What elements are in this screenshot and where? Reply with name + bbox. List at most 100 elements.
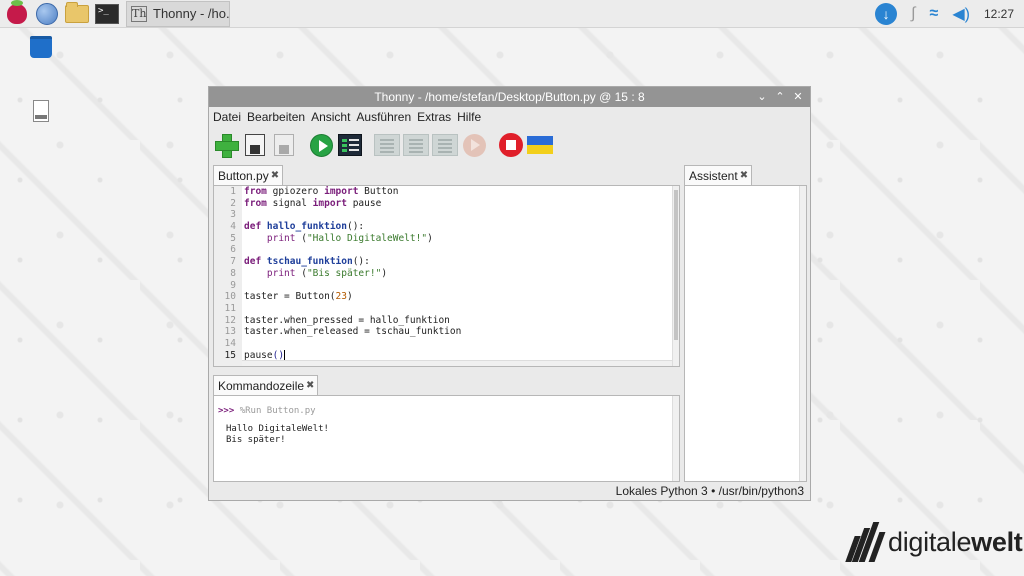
code-line[interactable]: 4 def hallo_funktion(): <box>214 221 679 233</box>
clock[interactable]: 12:27 <box>984 7 1014 21</box>
run-button[interactable] <box>308 132 334 158</box>
close-tab-icon[interactable]: ✖ <box>306 380 314 391</box>
line-number: 14 <box>224 337 236 349</box>
line-number: 9 <box>230 279 236 291</box>
wifi-icon[interactable]: ≈ <box>930 5 939 23</box>
update-icon[interactable]: ↓ <box>875 3 898 25</box>
line-number: 8 <box>230 267 236 279</box>
tab-kommandozeile[interactable]: Kommandozeile ✖ <box>213 375 319 395</box>
code-text: from gpiozero import Button <box>244 186 399 197</box>
code-text: print ("Hallo DigitaleWelt!") <box>266 232 433 244</box>
line-number: 15 <box>224 349 236 361</box>
file-manager-icon[interactable] <box>64 1 90 26</box>
digitalewelt-logo: digitalewelt <box>845 522 1023 562</box>
stop-button[interactable] <box>498 132 524 158</box>
code-text: taster = Button(23) <box>244 291 353 303</box>
save-file-button[interactable] <box>271 132 297 158</box>
open-file-button[interactable] <box>242 132 268 158</box>
shell-output-line: Hallo DigitaleWelt! <box>226 424 329 434</box>
resume-icon <box>462 133 486 157</box>
code-editor[interactable]: 1 from gpiozero import Button 2 from signal… <box>213 185 680 367</box>
code-line[interactable]: 13 taster.when_released = tschau_funktion <box>214 326 679 338</box>
volume-icon[interactable]: ◀) <box>952 4 970 24</box>
line-number: 13 <box>224 326 236 338</box>
step-out-icon <box>432 134 458 156</box>
close-tab-icon[interactable]: ✖ <box>740 170 748 181</box>
editor-vertical-scrollbar[interactable] <box>672 186 679 366</box>
line-number: 3 <box>230 209 236 221</box>
taskbar-thonny-button[interactable]: Th Thonny - /ho... <box>126 0 230 27</box>
stop-icon <box>499 133 523 157</box>
code-line[interactable]: 10 taster = Button(23) <box>214 291 679 303</box>
menu-ausfuehren[interactable]: Ausführen <box>356 110 411 124</box>
window-titlebar[interactable]: Thonny - /home/stefan/Desktop/Button.py … <box>209 87 810 107</box>
tab-button-py[interactable]: Button.py ✖ <box>213 165 284 185</box>
thonny-window: Thonny - /home/stefan/Desktop/Button.py … <box>208 86 811 501</box>
window-title: Thonny - /home/stefan/Desktop/Button.py … <box>374 90 645 104</box>
code-text: def tschau_funktion(): <box>244 256 370 268</box>
tab-assistent[interactable]: Assistent ✖ <box>684 165 753 185</box>
floppy-open-icon <box>245 134 265 156</box>
editor-tab-label: Button.py <box>218 168 269 183</box>
ukraine-flag-icon <box>527 136 553 154</box>
line-number: 4 <box>230 221 236 233</box>
code-line[interactable]: 9 <box>214 280 679 292</box>
line-number: 11 <box>224 302 236 314</box>
bluetooth-icon[interactable]: ∫ <box>911 5 915 23</box>
code-text: pause() <box>244 349 286 361</box>
code-line[interactable]: 3 <box>214 209 679 221</box>
code-line[interactable]: 1 from gpiozero import Button <box>214 186 679 198</box>
line-number: 6 <box>230 244 236 256</box>
menu-datei[interactable]: Datei <box>213 110 241 124</box>
drive-icon[interactable] <box>33 100 49 122</box>
code-line[interactable]: 2 from signal import pause <box>214 198 679 210</box>
line-number: 10 <box>224 291 236 303</box>
code-text: print ("Bis später!") <box>266 267 388 279</box>
play-icon <box>309 133 333 157</box>
toolbar <box>209 127 810 163</box>
code-text: def hallo_funktion(): <box>244 221 365 233</box>
menu-hilfe[interactable]: Hilfe <box>457 110 481 124</box>
shell-vertical-scrollbar[interactable] <box>672 396 679 481</box>
code-line[interactable]: 6 <box>214 244 679 256</box>
line-number: 7 <box>230 256 236 268</box>
browser-icon[interactable] <box>34 2 60 26</box>
debug-button[interactable] <box>337 132 363 158</box>
code-line[interactable]: 8 print ("Bis später!") <box>214 268 679 280</box>
menu-ansicht[interactable]: Ansicht <box>311 110 350 124</box>
menu-bearbeiten[interactable]: Bearbeiten <box>247 110 305 124</box>
trash-icon[interactable] <box>30 36 52 58</box>
code-line[interactable]: 12 taster.when_pressed = hallo_funktion <box>214 315 679 327</box>
resume-button[interactable] <box>461 132 487 158</box>
close-tab-icon[interactable]: ✖ <box>271 170 279 181</box>
step-into-button[interactable] <box>403 132 429 158</box>
code-line[interactable]: 11 <box>214 303 679 315</box>
interpreter-status[interactable]: Lokales Python 3 • /usr/bin/python3 <box>616 484 804 498</box>
thonny-icon: Th <box>131 5 147 22</box>
code-lines: 1 from gpiozero import Button 2 from signal… <box>214 186 679 361</box>
step-out-button[interactable] <box>432 132 458 158</box>
line-number: 1 <box>230 186 236 197</box>
system-tray: ↓ ∫ ≈ ◀) 12:27 <box>875 0 1024 28</box>
maximize-button[interactable]: ⌃ <box>772 89 788 105</box>
assistant-panel <box>684 185 807 482</box>
editor-horizontal-scrollbar[interactable] <box>242 360 672 366</box>
close-button[interactable]: ✕ <box>790 89 806 105</box>
menu-extras[interactable]: Extras <box>417 110 451 124</box>
taskbar: >_ Th Thonny - /ho... ↓ ∫ ≈ ◀) 12:27 <box>0 0 1024 28</box>
new-file-button[interactable] <box>213 132 239 158</box>
code-line[interactable]: 5 print ("Hallo DigitaleWelt!") <box>214 233 679 245</box>
shell-prompt-line: >>> %Run Button.py <box>218 406 316 416</box>
assistant-scrollbar[interactable] <box>799 186 806 481</box>
code-text: taster.when_released = tschau_funktion <box>244 326 462 338</box>
code-line[interactable]: 14 <box>214 338 679 350</box>
step-over-button[interactable] <box>374 132 400 158</box>
code-line[interactable]: 7 def tschau_funktion(): <box>214 256 679 268</box>
shell-panel[interactable]: >>> %Run Button.py Hallo DigitaleWelt! B… <box>213 395 680 482</box>
terminal-icon[interactable]: >_ <box>94 2 120 26</box>
minimize-button[interactable]: ⌄ <box>754 89 770 105</box>
raspberry-menu-icon[interactable] <box>4 0 30 26</box>
statusbar: Lokales Python 3 • /usr/bin/python3 <box>209 482 810 500</box>
code-text: from signal import pause <box>244 197 382 209</box>
support-ukraine-button[interactable] <box>527 132 553 158</box>
